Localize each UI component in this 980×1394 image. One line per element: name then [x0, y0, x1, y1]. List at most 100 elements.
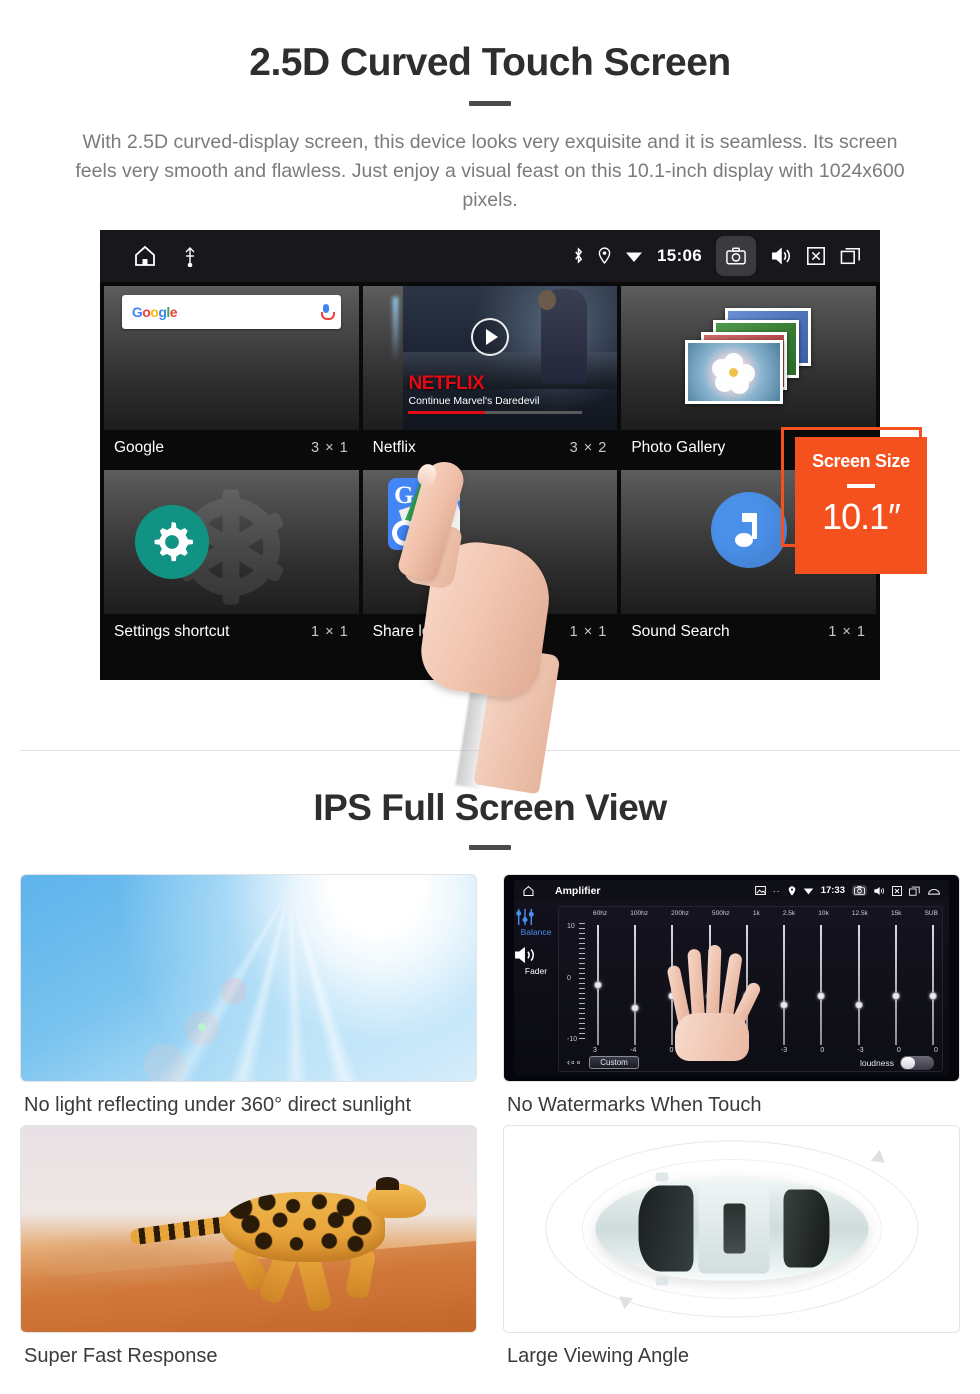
wifi-icon [803, 886, 814, 895]
widget-caption: Google 3 × 1 [104, 429, 359, 466]
feature-card-label: No Watermarks When Touch [507, 1093, 762, 1116]
camera-icon[interactable] [716, 235, 756, 276]
sidebar-label-balance: Balance [520, 926, 552, 937]
eq-slider [742, 924, 752, 1045]
close-icon[interactable] [806, 246, 826, 266]
eq-slider [705, 924, 715, 1045]
usb-icon [184, 245, 196, 267]
widget-cell-settings-shortcut[interactable]: Settings shortcut 1 × 1 [104, 469, 359, 650]
sidebar-item-balance[interactable]: Balance [514, 908, 558, 937]
widget-picker-grid: Google Google 3 × 1 NETFLIX Continue Mar… [100, 282, 880, 650]
photo-gallery-widget[interactable] [621, 285, 876, 430]
equalizer-sliders[interactable] [593, 924, 938, 1045]
volume-icon[interactable] [874, 886, 885, 896]
android-status-bar: 15:06 [100, 229, 880, 282]
band-label: 500hz [711, 909, 730, 917]
volume-icon[interactable] [770, 246, 792, 266]
recents-icon[interactable] [909, 886, 920, 896]
loudness-control[interactable]: loudness [860, 1055, 934, 1070]
back-icon[interactable] [927, 886, 941, 896]
status-bar-clock: 15:06 [657, 245, 702, 265]
scale-label-bottom: -10 [567, 1035, 578, 1043]
widget-size: 3 × 2 [569, 439, 608, 456]
google-search-box[interactable]: Google [121, 294, 341, 329]
widget-name: Settings shortcut [114, 622, 230, 640]
equalizer-panel[interactable]: 60hz 100hz 200hz 500hz 1k 2.5k 10k 12.5k [558, 905, 943, 1072]
page-dot[interactable] [473, 668, 507, 672]
amplifier-screen: Amplifier ·· 17:33 Balance Fader 60hz 10… [514, 879, 949, 1076]
previous-preset-icon[interactable]: ‹∘∘ [567, 1057, 581, 1068]
widget-name: Photo Gallery [631, 438, 726, 456]
screen-size-badge-title: Screen Size [812, 450, 910, 471]
more-icon[interactable]: ·· [773, 886, 781, 896]
wifi-icon [625, 248, 643, 263]
share-location-widget[interactable]: G [362, 469, 618, 614]
scale-label-top: 10 [567, 922, 575, 930]
microphone-icon[interactable] [320, 303, 335, 320]
eq-slider [630, 924, 640, 1045]
eq-slider [854, 924, 864, 1045]
google-search-widget[interactable]: Google [104, 285, 359, 430]
settings-gear-icon[interactable] [134, 504, 209, 579]
google-logo: Google [131, 303, 178, 320]
eq-slider [816, 924, 826, 1045]
amplifier-footer: ‹∘∘ Custom loudness [567, 1055, 934, 1070]
band-label: 10k [818, 909, 829, 917]
section2-heading: IPS Full Screen View [313, 786, 667, 828]
section-divider [20, 749, 960, 751]
page-indicator[interactable] [100, 668, 880, 672]
play-icon[interactable] [470, 318, 509, 357]
ips-full-screen-view-section: IPS Full Screen View No light reflecting… [0, 751, 980, 1368]
section1-heading: 2.5D Curved Touch Screen [249, 41, 731, 84]
recents-icon[interactable] [840, 246, 862, 266]
netflix-artwork: NETFLIX Continue Marvel's Daredevil [363, 285, 618, 430]
equalizer-band-labels: 60hz 100hz 200hz 500hz 1k 2.5k 10k 12.5k [593, 910, 938, 922]
feature-card-label: Super Fast Response [24, 1344, 218, 1367]
sidebar-label-fader: Fader [524, 965, 548, 976]
status-bar-right: 15:06 [573, 235, 880, 276]
band-label: 60hz [593, 909, 608, 917]
netflix-widget[interactable]: NETFLIX Continue Marvel's Daredevil [362, 285, 618, 430]
widget-cell-google[interactable]: Google Google 3 × 1 [104, 285, 359, 466]
feature-card-viewing-angle: Large Viewing Angle [503, 1124, 960, 1368]
car-top-view-illustration [503, 1124, 960, 1333]
loudness-toggle[interactable] [900, 1055, 934, 1070]
screen-size-badge-rule [847, 483, 875, 488]
widget-cell-share-location[interactable]: G Share location 1 × 1 [362, 469, 618, 650]
speaker-icon [514, 945, 558, 965]
amplifier-body: Balance Fader 60hz 100hz 200hz 500hz 1k … [514, 902, 949, 1076]
close-icon[interactable] [892, 885, 902, 896]
sun-rays [139, 874, 440, 1081]
google-maps-icon[interactable]: G [388, 478, 461, 551]
band-label: 200hz [671, 909, 689, 917]
product-detail-page: 2.5D Curved Touch Screen With 2.5D curve… [0, 0, 980, 1394]
photo-stack [679, 307, 819, 408]
home-icon[interactable] [522, 885, 535, 897]
settings-shortcut-widget[interactable] [104, 469, 359, 614]
car-body [595, 1172, 868, 1286]
eq-slider [891, 924, 901, 1045]
cherry-blossom-photo [684, 339, 783, 404]
equalizer-tick-marks [579, 922, 585, 1043]
widget-size: 1 × 1 [311, 623, 349, 640]
feature-card-no-watermarks: Amplifier ·· 17:33 Balance Fader 60hz 10… [503, 873, 960, 1117]
widget-cell-netflix[interactable]: NETFLIX Continue Marvel's Daredevil Netf… [362, 285, 618, 466]
page-dot-active[interactable] [517, 668, 551, 672]
sidebar-item-fader[interactable]: Fader [514, 945, 558, 976]
page-dot[interactable] [429, 668, 463, 672]
scale-label-mid: 0 [567, 975, 571, 983]
location-icon [598, 247, 611, 265]
gallery-icon[interactable] [754, 886, 766, 896]
preset-button[interactable]: Custom [589, 1056, 639, 1070]
widget-name: Sound Search [631, 622, 730, 640]
eq-slider [667, 924, 677, 1045]
amplifier-clock: 17:33 [820, 885, 845, 897]
music-note-icon[interactable] [710, 492, 787, 569]
home-icon[interactable] [132, 244, 158, 268]
band-label: 15k [890, 909, 902, 917]
feature-card-sunlight: No light reflecting under 360° direct su… [20, 873, 477, 1117]
screen-size-badge-value: 10.1″ [822, 495, 901, 537]
maps-g-letter: G [394, 482, 414, 510]
camera-icon[interactable] [852, 885, 867, 897]
feature-card-grid: No light reflecting under 360° direct su… [20, 850, 960, 1368]
